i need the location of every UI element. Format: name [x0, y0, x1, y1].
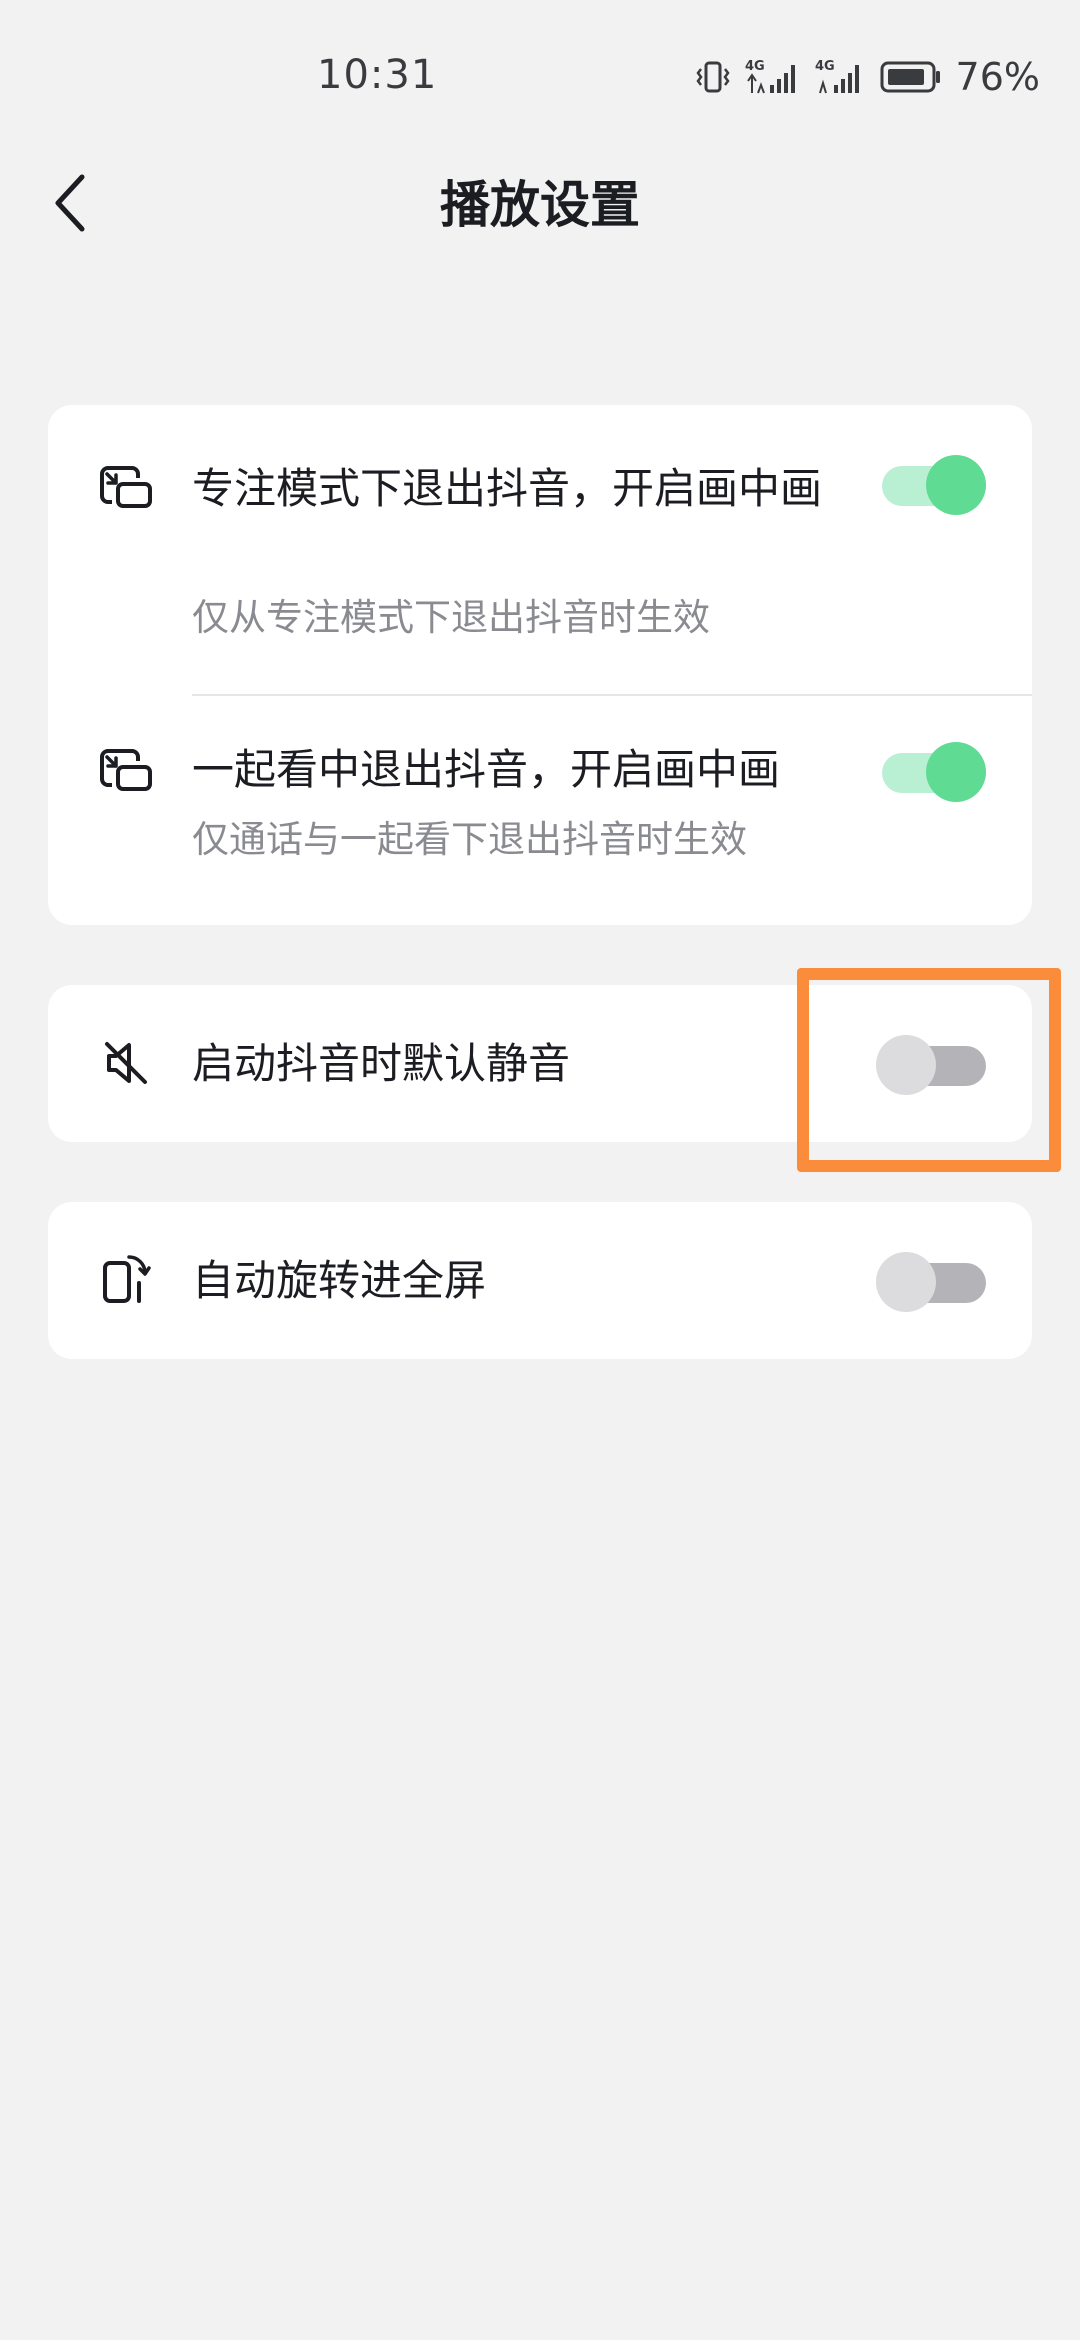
picture-in-picture-icon	[96, 738, 156, 798]
setting-row-auto-rotate: 自动旋转进全屏	[48, 1202, 1032, 1359]
auto-rotate-toggle[interactable]	[876, 1249, 986, 1312]
mute-icon	[96, 1033, 156, 1093]
vibrate-icon	[695, 59, 730, 95]
picture-in-picture-icon	[96, 455, 156, 515]
battery-icon	[880, 60, 942, 94]
rotate-screen-icon	[96, 1250, 156, 1310]
signal-icon-2: 4G	[814, 57, 866, 97]
signal-icon: 4G	[744, 57, 800, 97]
toggle-knob	[926, 742, 986, 802]
pip-settings-card: 专注模式下退出抖音，开启画中画 仅从专注模式下退出抖音时生效 一起看中退出抖音，…	[48, 405, 1032, 925]
toggle-knob	[926, 455, 986, 515]
setting-row-focus-pip: 专注模式下退出抖音，开启画中画 仅从专注模式下退出抖音时生效	[48, 405, 1032, 695]
status-time: 10:31	[317, 52, 438, 98]
setting-title: 启动抖音时默认静音	[192, 1039, 571, 1088]
setting-subtitle: 仅从专注模式下退出抖音时生效	[192, 596, 710, 639]
rotate-setting-card: 自动旋转进全屏	[48, 1202, 1032, 1359]
setting-subtitle: 仅通话与一起看下退出抖音时生效	[192, 818, 747, 861]
focus-pip-toggle[interactable]	[876, 452, 986, 515]
battery-percent: 76%	[955, 55, 1040, 99]
setting-title: 自动旋转进全屏	[192, 1256, 487, 1305]
signal-label: 4G	[745, 59, 765, 74]
play-settings-screen: 10:31 4G 4G 76% 播放设置 专注模式下退出抖音，开启画中画 仅从专…	[0, 0, 1080, 2340]
signal-label-2: 4G	[815, 59, 835, 74]
status-icons: 4G 4G 76%	[695, 54, 1040, 100]
setting-title: 一起看中退出抖音，开启画中画	[192, 745, 781, 794]
setting-title: 专注模式下退出抖音，开启画中画	[192, 464, 823, 513]
watch-together-pip-toggle[interactable]	[876, 739, 986, 802]
toggle-knob	[876, 1252, 936, 1312]
status-bar: 10:31 4G 4G 76%	[0, 0, 1080, 150]
page-title: 播放设置	[440, 176, 640, 234]
setting-row-watch-together-pip: 一起看中退出抖音，开启画中画 仅通话与一起看下退出抖音时生效	[48, 696, 1032, 925]
highlight-box	[797, 968, 1061, 1172]
